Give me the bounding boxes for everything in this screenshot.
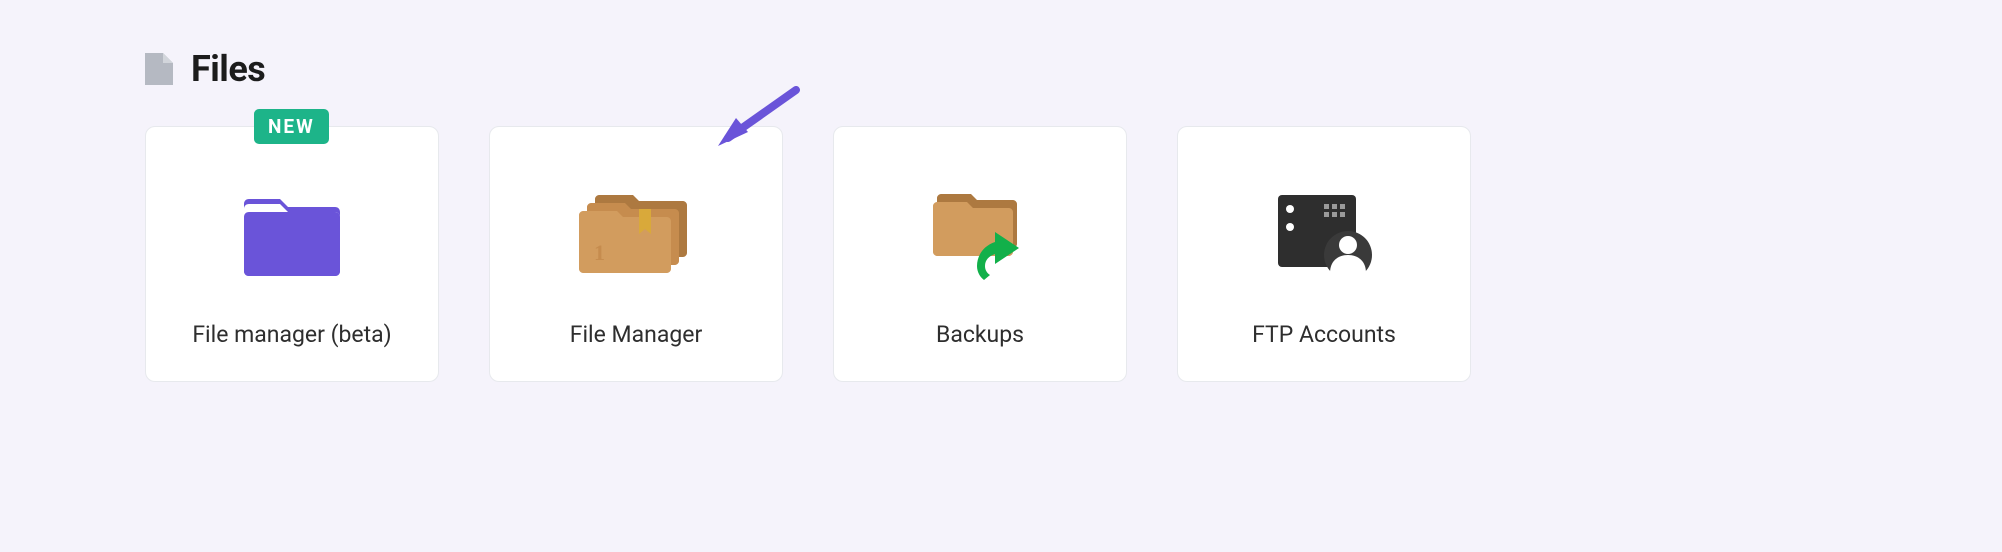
file-manager-beta-card[interactable]: NEW File manager (beta)	[145, 126, 439, 382]
section-title: Files	[191, 48, 265, 90]
folders-brown-icon: 1	[577, 181, 695, 291]
card-label: Backups	[936, 321, 1024, 348]
section-header: Files	[145, 48, 2002, 90]
file-manager-card[interactable]: 1 File Manager	[489, 126, 783, 382]
file-icon	[145, 53, 173, 85]
ftp-accounts-card[interactable]: FTP Accounts	[1177, 126, 1471, 382]
card-label: FTP Accounts	[1252, 321, 1396, 348]
files-card-grid: NEW File manager (beta) 1 File Manager	[145, 126, 2002, 382]
svg-text:1: 1	[594, 240, 605, 265]
card-label: File Manager	[570, 321, 703, 348]
folder-purple-icon	[240, 181, 344, 291]
folder-arrow-icon	[927, 181, 1033, 291]
server-user-icon	[1270, 181, 1378, 291]
backups-card[interactable]: Backups	[833, 126, 1127, 382]
card-label: File manager (beta)	[192, 321, 391, 348]
new-badge: NEW	[254, 109, 329, 144]
